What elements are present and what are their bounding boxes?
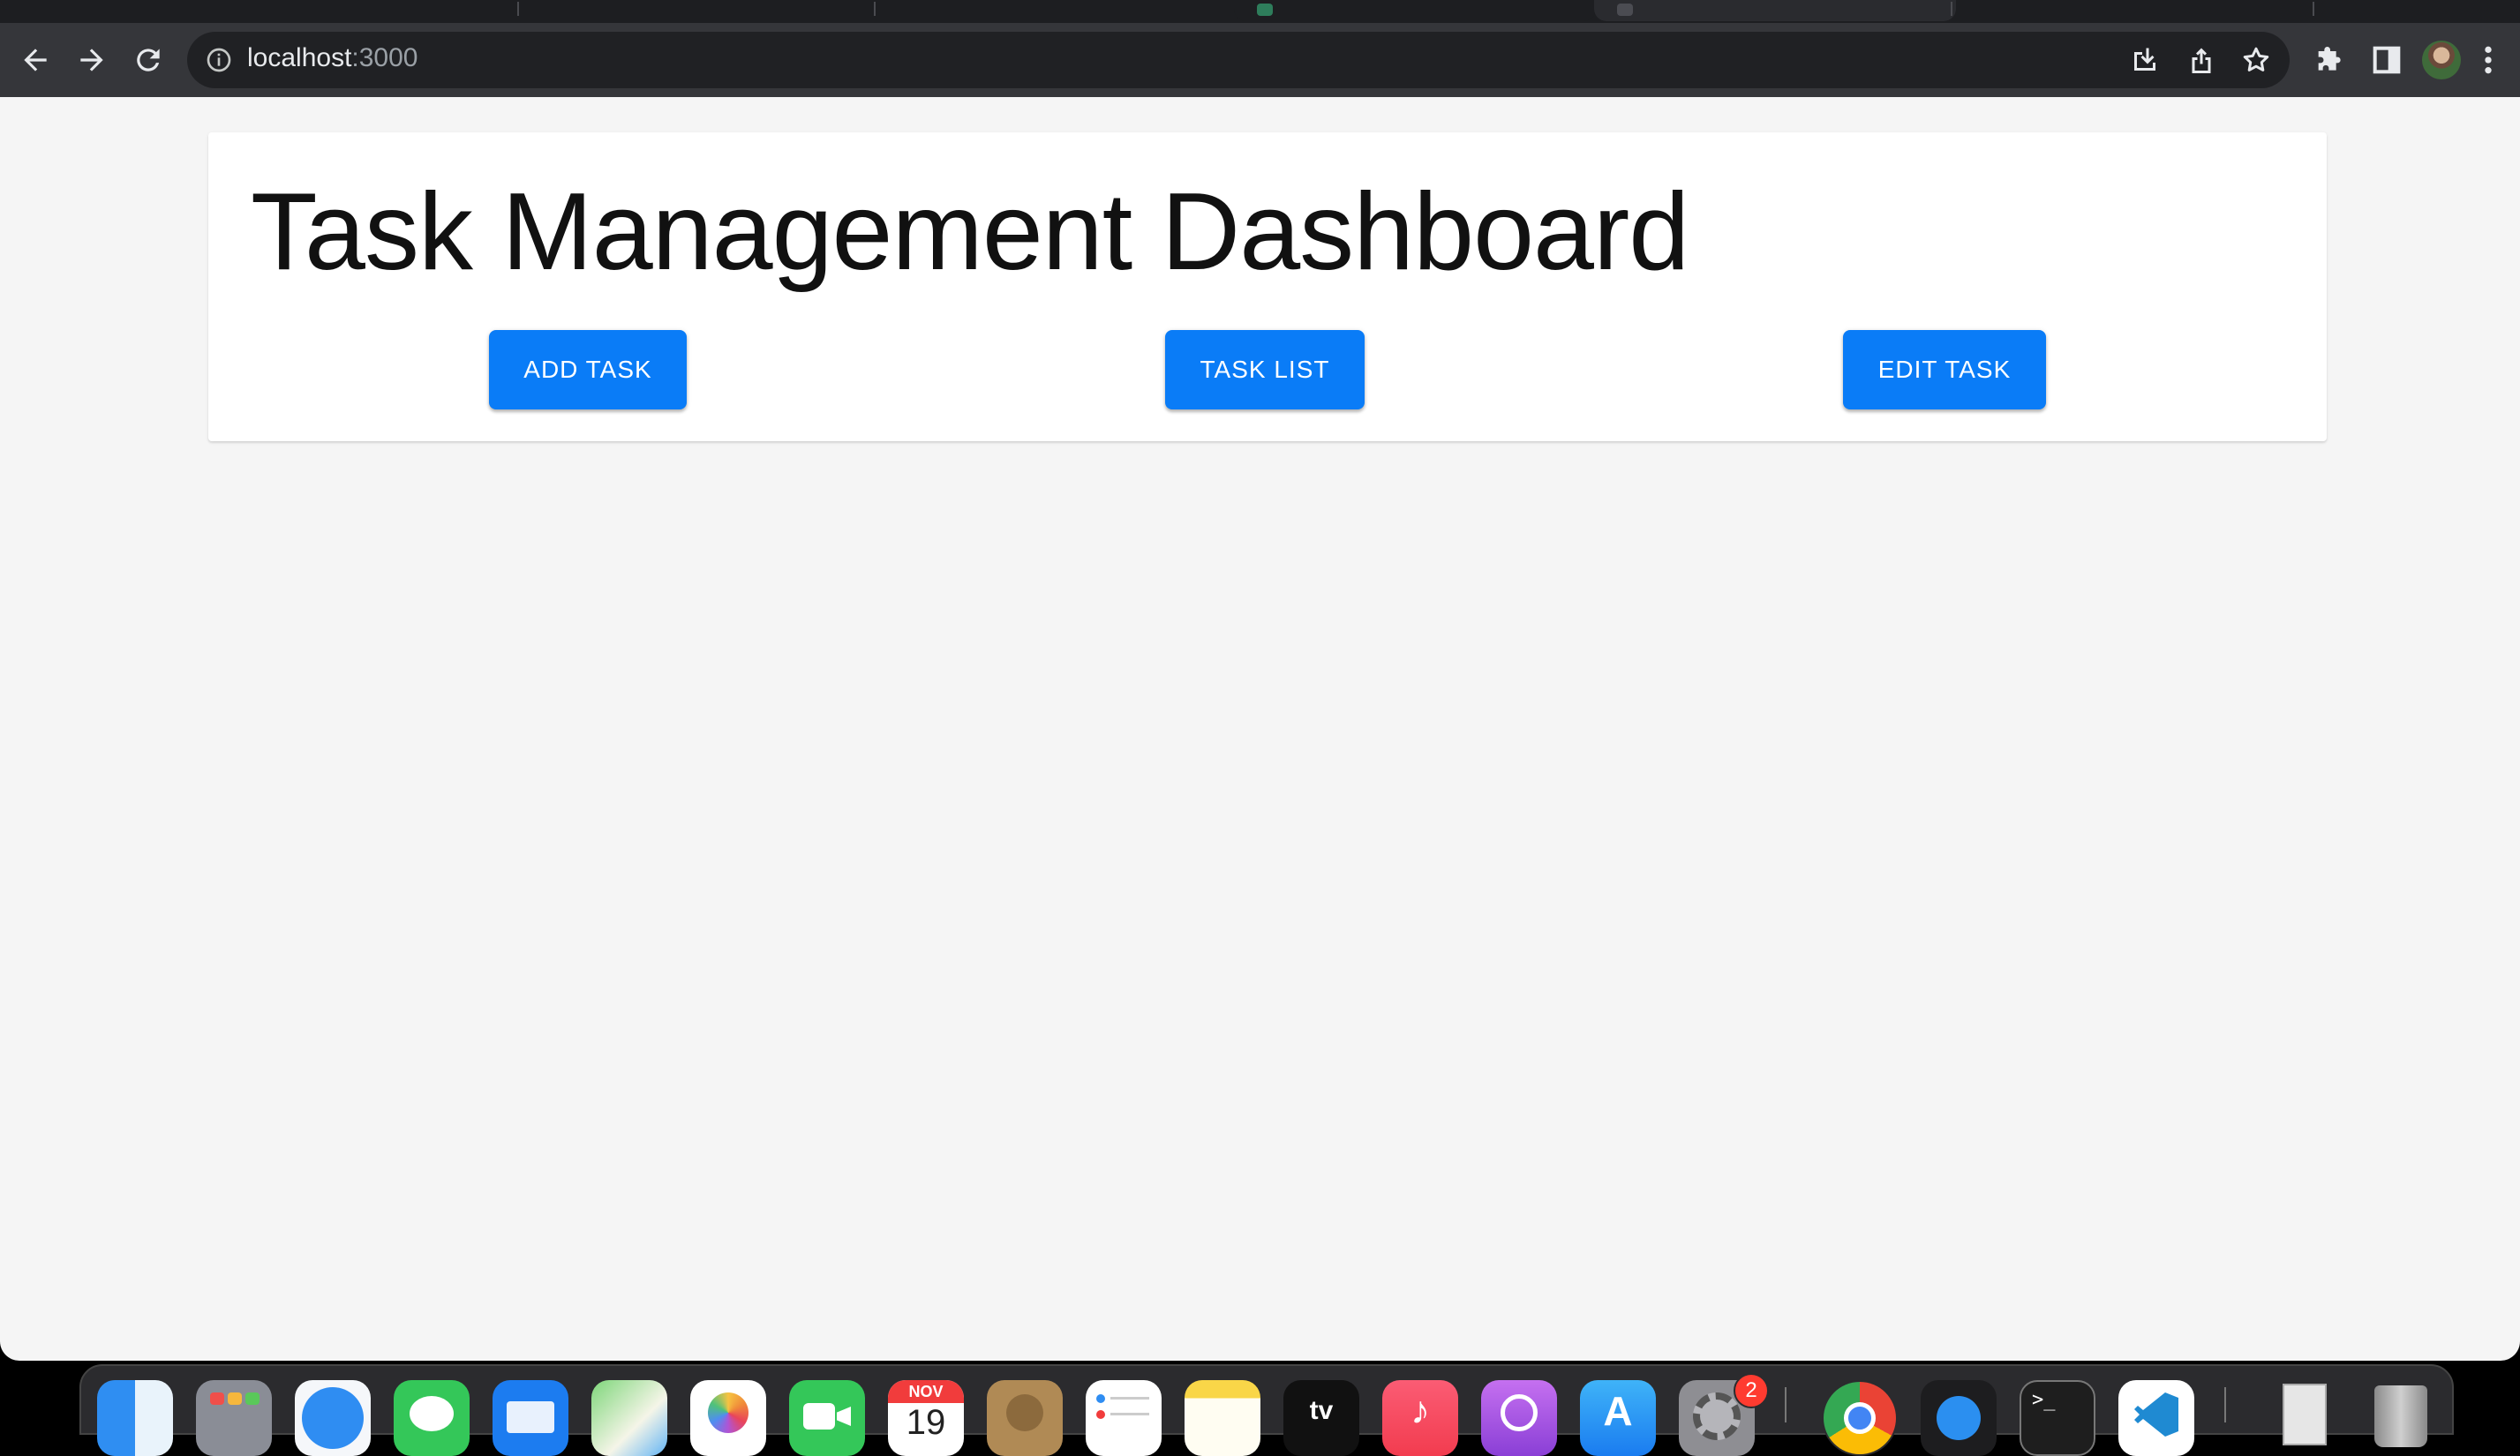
- bookmark-button[interactable]: [2240, 44, 2272, 76]
- tab-separator: [517, 2, 519, 16]
- app-store-icon[interactable]: A: [1580, 1380, 1656, 1456]
- macos-dock: NOV 19 tv ♪ A >_: [79, 1364, 2454, 1456]
- macos-dock-area: NOV 19 tv ♪ A >_: [0, 1361, 2520, 1456]
- calendar-icon[interactable]: NOV 19: [888, 1380, 964, 1456]
- music-icon[interactable]: ♪: [1382, 1380, 1458, 1456]
- trash-icon[interactable]: [2362, 1380, 2438, 1456]
- terminal-icon[interactable]: >_: [2020, 1380, 2095, 1456]
- vscode-icon[interactable]: [2118, 1380, 2194, 1456]
- extensions-button[interactable]: [2313, 42, 2348, 78]
- reload-button[interactable]: [124, 35, 173, 85]
- side-panel-button[interactable]: [2369, 42, 2404, 78]
- task-list-button[interactable]: TASK LIST: [1165, 330, 1365, 409]
- messages-icon[interactable]: [394, 1380, 470, 1456]
- tab-favicon-icon: [1257, 4, 1273, 16]
- url-text: localhost:3000: [247, 43, 418, 72]
- browser-tab[interactable]: [1234, 0, 1596, 21]
- browser-toolbar: localhost:3000: [0, 23, 2520, 97]
- side-panel-icon: [2373, 46, 2401, 74]
- edit-task-button[interactable]: EDIT TASK: [1843, 330, 2046, 409]
- contacts-icon[interactable]: [987, 1380, 1063, 1456]
- share-button[interactable]: [2185, 44, 2217, 76]
- back-button[interactable]: [11, 35, 60, 85]
- profile-avatar[interactable]: [2422, 41, 2461, 79]
- tab-strip: [0, 0, 2520, 23]
- facetime-icon[interactable]: [789, 1380, 865, 1456]
- dock-divider: [2224, 1387, 2226, 1422]
- documents-stack-icon[interactable]: [2265, 1380, 2341, 1456]
- browser-menu-button[interactable]: [2482, 42, 2500, 78]
- tab-favicon-icon: [1617, 4, 1633, 16]
- dock-divider: [1785, 1387, 1787, 1422]
- launchpad-icon[interactable]: [196, 1380, 272, 1456]
- notification-badge: 2: [1734, 1373, 1769, 1408]
- mail-icon[interactable]: [493, 1380, 568, 1456]
- add-task-button[interactable]: ADD TASK: [489, 330, 687, 409]
- star-icon: [2243, 47, 2269, 71]
- site-info-icon[interactable]: [205, 46, 233, 74]
- finder-icon[interactable]: [97, 1380, 173, 1456]
- browser-tab-active[interactable]: [1594, 0, 1956, 21]
- tab-separator: [874, 2, 876, 16]
- install-app-button[interactable]: [2129, 44, 2161, 76]
- forward-button[interactable]: [67, 35, 117, 85]
- tab-separator: [2313, 2, 2314, 16]
- tab-separator: [1951, 2, 1952, 16]
- page-viewport: Task Management Dashboard ADD TASK TASK …: [0, 97, 2520, 1361]
- page-title: Task Management Dashboard: [251, 171, 1689, 293]
- install-icon: [2134, 48, 2155, 71]
- photos-icon[interactable]: [690, 1380, 766, 1456]
- apple-tv-icon[interactable]: tv: [1283, 1380, 1359, 1456]
- dashboard-header-card: Task Management Dashboard ADD TASK TASK …: [208, 132, 2327, 441]
- maps-icon[interactable]: [591, 1380, 667, 1456]
- notes-icon[interactable]: [1185, 1380, 1260, 1456]
- share-icon: [2192, 48, 2211, 73]
- arrow-left-icon: [24, 49, 47, 71]
- safari-icon[interactable]: [295, 1380, 371, 1456]
- proxyman-icon[interactable]: [1921, 1380, 1997, 1456]
- arrow-right-icon: [80, 49, 103, 71]
- address-bar[interactable]: localhost:3000: [187, 32, 2290, 88]
- reminders-icon[interactable]: [1086, 1380, 1162, 1456]
- podcasts-icon[interactable]: [1481, 1380, 1557, 1456]
- reload-icon: [137, 49, 160, 71]
- chrome-icon[interactable]: [1822, 1380, 1898, 1456]
- kebab-menu-icon: [2485, 46, 2492, 74]
- puzzle-icon: [2318, 47, 2341, 71]
